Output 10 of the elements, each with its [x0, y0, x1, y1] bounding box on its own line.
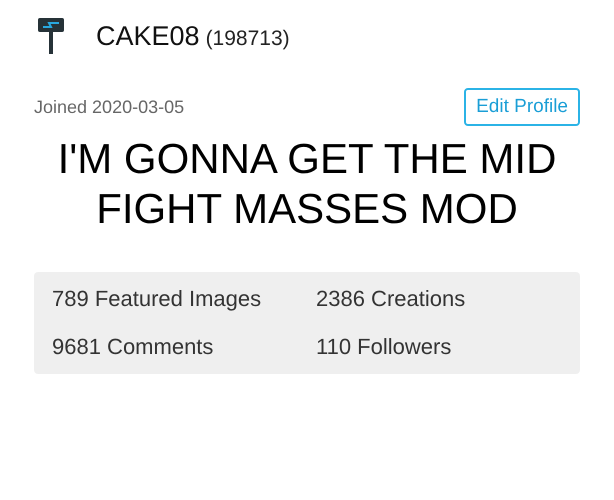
edit-profile-button[interactable]: Edit Profile	[464, 88, 580, 126]
stat-text: 110 Followers	[316, 334, 452, 360]
stat-text: 789 Featured Images	[52, 286, 262, 312]
stat-text: 2386 Creations	[316, 286, 466, 312]
stat-text: 9681 Comments	[52, 334, 214, 360]
username: CAKE08	[96, 20, 200, 52]
bio-text: I'M GONNA GET THE MID FIGHT MASSES MOD	[57, 134, 557, 234]
joined-date: Joined 2020-03-05	[34, 96, 184, 118]
signpost-icon	[38, 18, 64, 54]
user-points: (198713)	[206, 26, 290, 50]
